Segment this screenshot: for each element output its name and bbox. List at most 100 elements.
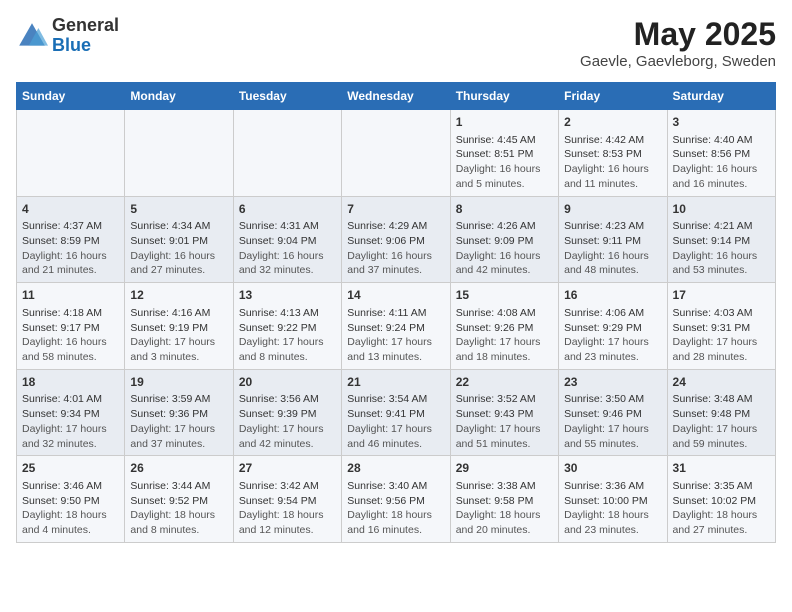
daylight-text: and 16 minutes. xyxy=(673,178,748,190)
column-header-saturday: Saturday xyxy=(667,83,775,110)
calendar-cell: 11Sunrise: 4:18 AMSunset: 9:17 PMDayligh… xyxy=(17,283,125,370)
sunrise-text: Sunrise: 3:59 AM xyxy=(130,393,210,405)
daylight-text: Daylight: 18 hours xyxy=(456,509,541,521)
day-number: 25 xyxy=(22,460,119,477)
daylight-text: Daylight: 17 hours xyxy=(130,336,215,348)
sunrise-text: Sunrise: 4:06 AM xyxy=(564,307,644,319)
daylight-text: and 51 minutes. xyxy=(456,438,531,450)
column-header-friday: Friday xyxy=(559,83,667,110)
daylight-text: Daylight: 16 hours xyxy=(456,163,541,175)
daylight-text: and 21 minutes. xyxy=(22,264,97,276)
daylight-text: and 5 minutes. xyxy=(456,178,525,190)
daylight-text: Daylight: 17 hours xyxy=(456,336,541,348)
day-number: 28 xyxy=(347,460,444,477)
column-header-tuesday: Tuesday xyxy=(233,83,341,110)
sunrise-text: Sunrise: 3:48 AM xyxy=(673,393,753,405)
calendar-cell: 14Sunrise: 4:11 AMSunset: 9:24 PMDayligh… xyxy=(342,283,450,370)
sunrise-text: Sunrise: 3:50 AM xyxy=(564,393,644,405)
sunset-text: Sunset: 8:56 PM xyxy=(673,148,751,160)
logo: General Blue xyxy=(16,16,119,56)
calendar-title: May 2025 xyxy=(580,16,776,53)
calendar-cell: 28Sunrise: 3:40 AMSunset: 9:56 PMDayligh… xyxy=(342,456,450,543)
week-row-2: 4Sunrise: 4:37 AMSunset: 8:59 PMDaylight… xyxy=(17,196,776,283)
calendar-cell: 9Sunrise: 4:23 AMSunset: 9:11 PMDaylight… xyxy=(559,196,667,283)
daylight-text: Daylight: 18 hours xyxy=(239,509,324,521)
daylight-text: and 3 minutes. xyxy=(130,351,199,363)
sunrise-text: Sunrise: 4:23 AM xyxy=(564,220,644,232)
daylight-text: and 23 minutes. xyxy=(564,351,639,363)
sunrise-text: Sunrise: 3:44 AM xyxy=(130,480,210,492)
day-number: 31 xyxy=(673,460,770,477)
day-number: 30 xyxy=(564,460,661,477)
sunrise-text: Sunrise: 4:18 AM xyxy=(22,307,102,319)
calendar-cell: 26Sunrise: 3:44 AMSunset: 9:52 PMDayligh… xyxy=(125,456,233,543)
sunset-text: Sunset: 9:29 PM xyxy=(564,322,642,334)
calendar-cell: 22 Sunrise: 3:52 AM Sunset: 9:43 PM Dayligh… xyxy=(450,369,558,456)
sunrise-text: Sunrise: 3:52 AM xyxy=(456,393,536,405)
day-number: 29 xyxy=(456,460,553,477)
calendar-cell: 25Sunrise: 3:46 AMSunset: 9:50 PMDayligh… xyxy=(17,456,125,543)
day-number: 27 xyxy=(239,460,336,477)
week-row-1: 1Sunrise: 4:45 AMSunset: 8:51 PMDaylight… xyxy=(17,110,776,197)
daylight-text: and 13 minutes. xyxy=(347,351,422,363)
calendar-cell xyxy=(125,110,233,197)
daylight-text: Daylight: 18 hours xyxy=(347,509,432,521)
day-number: 17 xyxy=(673,287,770,304)
sunset-text: Sunset: 9:34 PM xyxy=(22,408,100,420)
calendar-cell: 1Sunrise: 4:45 AMSunset: 8:51 PMDaylight… xyxy=(450,110,558,197)
daylight-text: Daylight: 18 hours xyxy=(130,509,215,521)
calendar-cell: 6Sunrise: 4:31 AMSunset: 9:04 PMDaylight… xyxy=(233,196,341,283)
daylight-text: and 37 minutes. xyxy=(130,438,205,450)
day-number: 7 xyxy=(347,201,444,218)
daylight-text: and 32 minutes. xyxy=(22,438,97,450)
title-block: May 2025 Gaevle, Gaevleborg, Sweden xyxy=(580,16,776,70)
week-row-3: 11Sunrise: 4:18 AMSunset: 9:17 PMDayligh… xyxy=(17,283,776,370)
day-number: 15 xyxy=(456,287,553,304)
day-number: 16 xyxy=(564,287,661,304)
sunrise-text: Sunrise: 3:38 AM xyxy=(456,480,536,492)
daylight-text: Daylight: 17 hours xyxy=(347,423,432,435)
sunrise-text: Sunrise: 4:37 AM xyxy=(22,220,102,232)
column-header-thursday: Thursday xyxy=(450,83,558,110)
sunset-text: Sunset: 9:41 PM xyxy=(347,408,425,420)
sunset-text: Sunset: 9:01 PM xyxy=(130,235,208,247)
sunrise-text: Sunrise: 4:11 AM xyxy=(347,307,426,319)
calendar-cell xyxy=(342,110,450,197)
sunrise-text: Sunrise: 4:29 AM xyxy=(347,220,427,232)
day-number: 2 xyxy=(564,114,661,131)
daylight-text: and 4 minutes. xyxy=(22,524,91,536)
calendar-cell: 15Sunrise: 4:08 AMSunset: 9:26 PMDayligh… xyxy=(450,283,558,370)
daylight-text: Daylight: 17 hours xyxy=(456,423,541,435)
sunrise-text: Sunrise: 4:21 AM xyxy=(673,220,753,232)
calendar-cell: 5Sunrise: 4:34 AMSunset: 9:01 PMDaylight… xyxy=(125,196,233,283)
daylight-text: Daylight: 16 hours xyxy=(564,163,649,175)
daylight-text: Daylight: 17 hours xyxy=(347,336,432,348)
sunset-text: Sunset: 9:48 PM xyxy=(673,408,751,420)
calendar-cell xyxy=(233,110,341,197)
calendar-cell: 31Sunrise: 3:35 AMSunset: 10:02 PMDaylig… xyxy=(667,456,775,543)
day-number: 22 xyxy=(456,374,553,391)
sunrise-text: Sunrise: 3:46 AM xyxy=(22,480,102,492)
sunset-text: Sunset: 9:43 PM xyxy=(456,408,534,420)
daylight-text: and 8 minutes. xyxy=(130,524,199,536)
day-number: 12 xyxy=(130,287,227,304)
calendar-cell: 19Sunrise: 3:59 AMSunset: 9:36 PMDayligh… xyxy=(125,369,233,456)
calendar-cell: 24Sunrise: 3:48 AMSunset: 9:48 PMDayligh… xyxy=(667,369,775,456)
day-number: 24 xyxy=(673,374,770,391)
day-number: 26 xyxy=(130,460,227,477)
calendar-cell: 7Sunrise: 4:29 AMSunset: 9:06 PMDaylight… xyxy=(342,196,450,283)
daylight-text: Daylight: 16 hours xyxy=(22,250,107,262)
sunrise-text: Sunrise: 4:08 AM xyxy=(456,307,536,319)
daylight-text: and 12 minutes. xyxy=(239,524,314,536)
sunrise-text: Sunrise: 3:42 AM xyxy=(239,480,319,492)
day-number: 18 xyxy=(22,374,119,391)
sunset-text: Sunset: 9:56 PM xyxy=(347,495,425,507)
sunrise-text: Sunrise: 4:01 AM xyxy=(22,393,102,405)
sunset-text: Sunset: 9:17 PM xyxy=(22,322,100,334)
sunset-text: Sunset: 9:50 PM xyxy=(22,495,100,507)
calendar-cell: 18Sunrise: 4:01 AMSunset: 9:34 PMDayligh… xyxy=(17,369,125,456)
daylight-text: and 8 minutes. xyxy=(239,351,308,363)
sunrise-text: Sunrise: 3:36 AM xyxy=(564,480,644,492)
sunrise-text: Sunrise: 4:45 AM xyxy=(456,134,536,146)
sunset-text: Sunset: 8:53 PM xyxy=(564,148,642,160)
